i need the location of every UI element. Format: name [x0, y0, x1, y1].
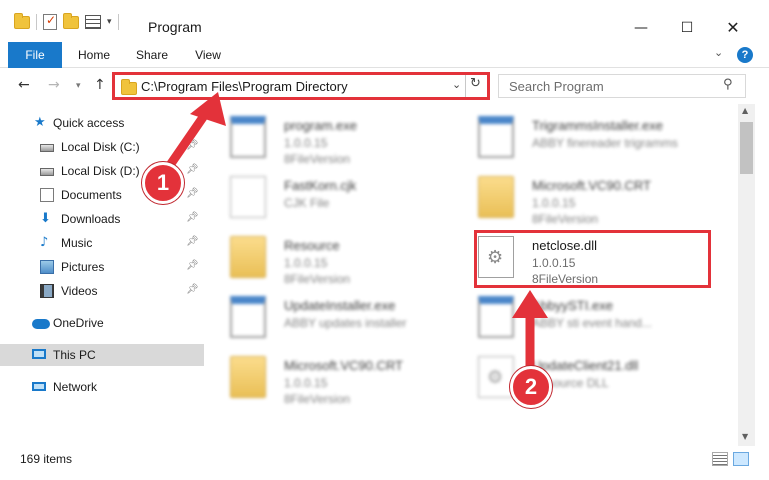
- step-1-badge: 1: [142, 162, 184, 204]
- arrow-to-address-bar: [163, 92, 226, 173]
- annotation-arrows: [163, 92, 548, 373]
- arrow-to-netclose-dll: [512, 290, 548, 373]
- step-2-badge: 2: [510, 366, 552, 408]
